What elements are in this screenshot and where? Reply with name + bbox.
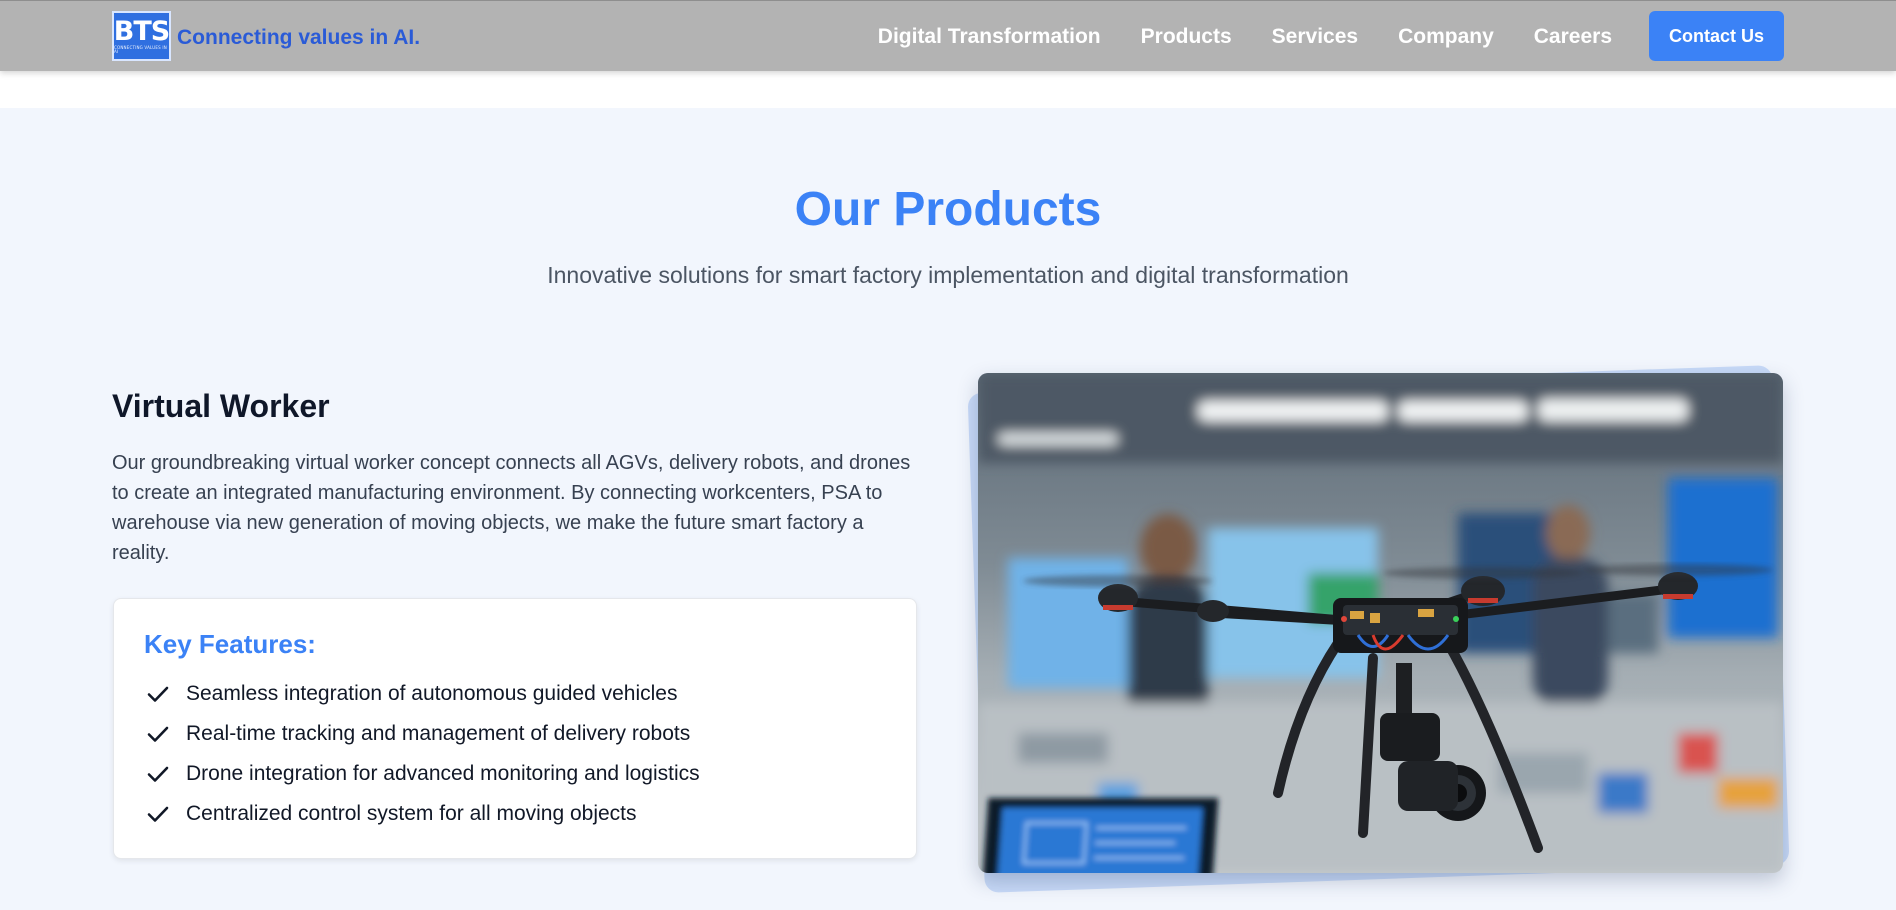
- check-icon: [147, 766, 169, 782]
- product-description: Our groundbreaking virtual worker concep…: [112, 452, 911, 564]
- brand-link[interactable]: BTS CONNECTING VALUES IN AI Connecting v…: [112, 11, 420, 61]
- features-heading: Key Features:: [144, 629, 316, 659]
- bts-logo: BTS CONNECTING VALUES IN AI: [112, 11, 171, 61]
- nav-company[interactable]: Company: [1398, 25, 1494, 49]
- nav-digital-transformation[interactable]: Digital Transformation: [878, 25, 1101, 49]
- feature-text: Centralized control system for all movin…: [186, 802, 637, 825]
- feature-list: Seamless integration of autonomous guide…: [144, 674, 886, 834]
- feature-text: Seamless integration of autonomous guide…: [186, 682, 678, 705]
- main-nav: Digital Transformation Products Services…: [878, 1, 1612, 72]
- section-title: Our Products: [794, 183, 1102, 236]
- brand-tagline: Connecting values in AI.: [177, 26, 421, 49]
- feature-item: Seamless integration of autonomous guide…: [144, 674, 886, 714]
- logo-text: BTS: [113, 16, 170, 47]
- feature-text: Drone integration for advanced monitorin…: [186, 762, 700, 785]
- check-icon: [147, 806, 169, 822]
- nav-careers[interactable]: Careers: [1534, 25, 1612, 49]
- section-subtitle: Innovative solutions for smart factory i…: [547, 262, 1349, 288]
- feature-item: Drone integration for advanced monitorin…: [144, 754, 886, 794]
- key-features-card: Key Features: Seamless integration of au…: [113, 598, 917, 859]
- nav-services[interactable]: Services: [1272, 25, 1358, 49]
- nav-products[interactable]: Products: [1141, 25, 1232, 49]
- site-header: BTS CONNECTING VALUES IN AI Connecting v…: [0, 0, 1896, 71]
- check-icon: [147, 726, 169, 742]
- product-title: Virtual Worker: [112, 388, 330, 424]
- drone-photo: [978, 373, 1783, 873]
- feature-text: Real-time tracking and management of del…: [186, 722, 691, 745]
- feature-item: Centralized control system for all movin…: [144, 794, 886, 834]
- header-spacer: [0, 71, 1896, 108]
- logo-subtext: CONNECTING VALUES IN AI: [114, 45, 167, 54]
- check-icon: [147, 686, 169, 702]
- product-image-wrapper: [967, 365, 1790, 893]
- feature-item: Real-time tracking and management of del…: [144, 714, 886, 754]
- contact-us-button[interactable]: Contact Us: [1649, 11, 1784, 61]
- drone-photo-illustration: [978, 373, 1783, 873]
